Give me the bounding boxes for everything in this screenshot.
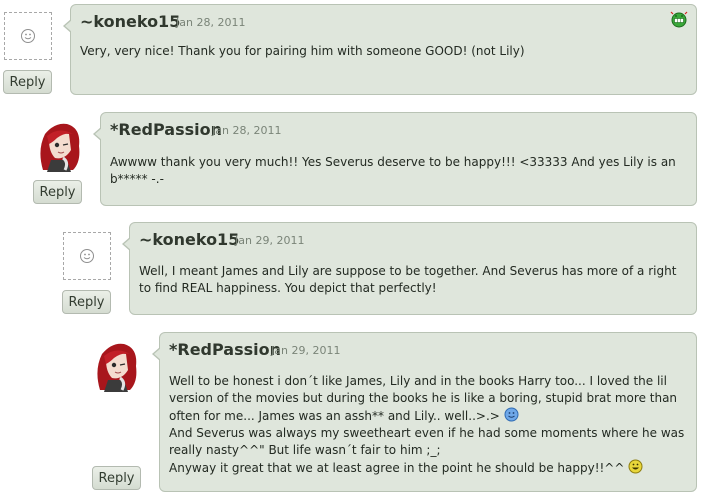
- avatar-default-1[interactable]: [4, 12, 52, 60]
- username-link[interactable]: ~koneko15: [139, 230, 239, 249]
- username-link[interactable]: ~koneko15: [80, 12, 180, 31]
- avatar-redpassion[interactable]: [92, 340, 142, 392]
- comment-body: Well, I meant James and Lily are suppose…: [139, 264, 677, 295]
- smiley-icon: [21, 29, 35, 43]
- blue-smiley-emoticon-icon: [504, 407, 519, 422]
- green-grin-emoticon-icon: [670, 11, 688, 28]
- avatar-default-2[interactable]: [63, 232, 111, 280]
- comment-bubble: *RedPassion Jan 29, 2011 Well to be hone…: [152, 332, 697, 492]
- smiley-icon: [80, 249, 94, 263]
- reply-button[interactable]: Reply: [33, 180, 82, 204]
- username-link[interactable]: *RedPassion: [110, 120, 222, 139]
- comment-date: Jan 29, 2011: [235, 234, 305, 247]
- comment-date: Jan 28, 2011: [176, 16, 246, 29]
- comment-body: Well to be honest i don´t like James, Li…: [169, 374, 685, 475]
- comment-bubble: ~koneko15 Jan 29, 2011 Well, I meant Jam…: [122, 222, 697, 315]
- username-link[interactable]: *RedPassion: [169, 340, 281, 359]
- comment-bubble: ~koneko15 Jan 28, 2011 Very, very nice! …: [63, 4, 697, 95]
- comment-body: Very, very nice! Thank you for pairing h…: [80, 44, 525, 58]
- comment-date: Jan 28, 2011: [212, 124, 282, 137]
- avatar-redpassion[interactable]: [35, 120, 85, 172]
- comment-bubble: *RedPassion Jan 28, 2011 Awwww thank you…: [93, 112, 697, 206]
- reply-button[interactable]: Reply: [3, 70, 52, 94]
- comment-body: Awwww thank you very much!! Yes Severus …: [110, 155, 676, 186]
- comment-date: Jan 29, 2011: [271, 344, 341, 357]
- reply-button[interactable]: Reply: [62, 290, 111, 314]
- yellow-grin-emoticon-icon: [628, 459, 643, 474]
- reply-button[interactable]: Reply: [92, 466, 141, 490]
